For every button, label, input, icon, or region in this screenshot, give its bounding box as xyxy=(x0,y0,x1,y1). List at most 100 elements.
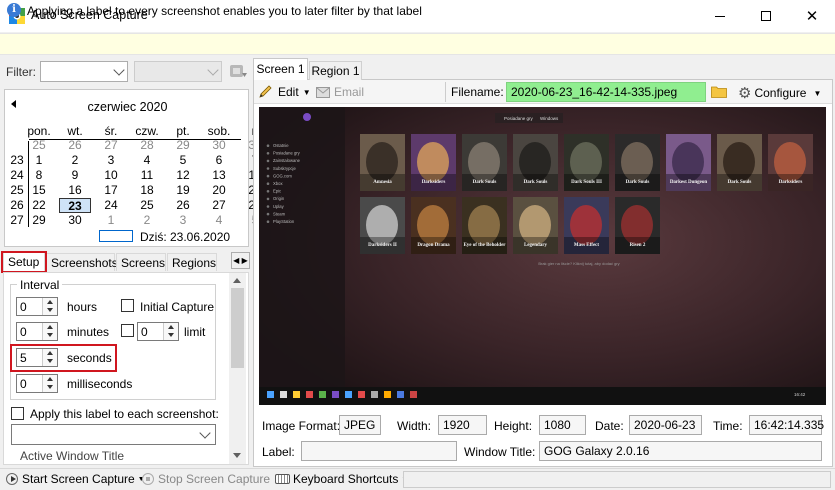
calendar-day[interactable]: 22 xyxy=(23,198,55,213)
stepper-up-icon[interactable] xyxy=(47,325,53,329)
email-button[interactable]: Email xyxy=(316,85,364,99)
calendar-day[interactable]: 4 xyxy=(203,213,235,228)
label-field[interactable] xyxy=(301,441,457,461)
calendar-day[interactable]: 30 xyxy=(203,138,235,153)
preview-game-cover: Darksiders xyxy=(768,134,813,191)
tab-screen-1[interactable]: Screen 1 xyxy=(253,58,308,80)
edit-button[interactable]: Edit ▼ xyxy=(258,85,311,99)
filter-type-combo[interactable] xyxy=(40,61,128,82)
tab-screenshots[interactable]: Screenshots xyxy=(46,253,118,271)
calendar-day[interactable]: 4 xyxy=(131,153,163,168)
chevron-right-icon[interactable]: ▶ xyxy=(242,256,248,265)
stepper-up-icon[interactable] xyxy=(168,325,174,329)
filter-value-combo[interactable] xyxy=(134,61,222,82)
tab-scroll-buttons[interactable]: ◀ ▶ xyxy=(231,252,250,269)
height-field[interactable]: 1080 xyxy=(539,415,586,435)
calendar-day[interactable]: 20 xyxy=(203,183,235,198)
calendar-day[interactable]: 5 xyxy=(167,153,199,168)
play-icon xyxy=(6,473,18,485)
keyboard-shortcuts-button[interactable]: Keyboard Shortcuts ▼ xyxy=(275,472,408,486)
tab-screens[interactable]: Screens xyxy=(116,253,166,271)
preview-nav-item: GOG.com xyxy=(273,173,292,178)
preview-game-title: Dark Souls xyxy=(473,180,497,185)
calendar-day[interactable]: 19 xyxy=(167,183,199,198)
calendar-day[interactable]: 6 xyxy=(203,153,235,168)
calendar-day[interactable]: 29 xyxy=(23,213,55,228)
limit-stepper[interactable]: 0 xyxy=(137,322,179,341)
tab-regions[interactable]: Regions xyxy=(167,253,217,271)
stepper-up-icon[interactable] xyxy=(47,377,53,381)
calendar-day[interactable]: 23 xyxy=(59,198,91,213)
calendar-day[interactable]: 18 xyxy=(131,183,163,198)
screenshot-preview[interactable]: Ostatnie Posiadane gry Zainstalowane Subskr… xyxy=(259,107,826,405)
calendar-day[interactable]: 2 xyxy=(59,153,91,168)
preview-clock: 16:42 xyxy=(794,392,806,397)
calendar-day[interactable]: 30 xyxy=(59,213,91,228)
initial-capture-checkbox[interactable] xyxy=(121,299,134,312)
configure-button[interactable]: ⚙ Configure ▼ xyxy=(738,84,821,102)
calendar-day[interactable]: 15 xyxy=(23,183,55,198)
date-field[interactable]: 2020-06-23 xyxy=(629,415,702,435)
stop-capture-button[interactable]: Stop Screen Capture xyxy=(142,472,270,486)
preview-game-title: Legendary xyxy=(524,243,548,248)
limit-checkbox[interactable] xyxy=(121,324,134,337)
calendar-day[interactable]: 25 xyxy=(131,198,163,213)
calendar-day[interactable]: 25 xyxy=(23,138,55,153)
stepper-down-icon[interactable] xyxy=(47,308,53,312)
hours-stepper[interactable]: 0 xyxy=(16,297,58,316)
info-icon: i xyxy=(7,3,21,17)
today-marker xyxy=(99,230,133,242)
width-field[interactable]: 1920 xyxy=(438,415,487,435)
preview-game-title: Darksiders II xyxy=(368,243,397,248)
calendar-day[interactable]: 17 xyxy=(95,183,127,198)
status-progress xyxy=(403,471,831,488)
time-field[interactable]: 16:42:14.335 xyxy=(749,415,824,435)
calendar-day[interactable]: 29 xyxy=(167,138,199,153)
calendar-day[interactable]: 3 xyxy=(95,153,127,168)
folder-icon[interactable] xyxy=(711,85,727,98)
tab-region-1[interactable]: Region 1 xyxy=(309,61,362,80)
pencil-icon xyxy=(259,85,272,98)
minutes-stepper[interactable]: 0 xyxy=(16,322,58,341)
scroll-up-icon[interactable] xyxy=(233,278,241,283)
stepper-up-icon[interactable] xyxy=(47,300,53,304)
calendar-day[interactable]: 8 xyxy=(23,168,55,183)
preview-nav-icon xyxy=(266,220,270,223)
calendar-day[interactable]: 9 xyxy=(59,168,91,183)
label-combo[interactable] xyxy=(11,424,216,445)
filter-apply-icon[interactable] xyxy=(228,61,248,81)
stepper-down-icon[interactable] xyxy=(47,333,53,337)
calendar-today-link[interactable]: Dziś: 23.06.2020 xyxy=(140,230,230,244)
scrollbar-thumb[interactable] xyxy=(231,288,244,368)
calendar-day[interactable]: 26 xyxy=(59,138,91,153)
calendar-day[interactable]: 16 xyxy=(59,183,91,198)
image-format-field[interactable]: JPEG xyxy=(339,415,381,435)
calendar-day[interactable]: 27 xyxy=(203,198,235,213)
calendar-day[interactable]: 12 xyxy=(167,168,199,183)
scroll-down-icon[interactable] xyxy=(233,453,241,458)
calendar-day[interactable]: 10 xyxy=(95,168,127,183)
minimize-button[interactable] xyxy=(697,0,743,32)
calendar-day[interactable]: 24 xyxy=(95,198,127,213)
calendar-day[interactable]: 27 xyxy=(95,138,127,153)
filename-field[interactable]: 2020-06-23_16-42-14-335.jpeg xyxy=(506,82,706,102)
month-calendar[interactable]: czerwiec 2020 Dziś: 23.06.2020 pon. wt. śr… xyxy=(4,89,262,247)
calendar-day[interactable]: 1 xyxy=(95,213,127,228)
calendar-day[interactable]: 2 xyxy=(131,213,163,228)
stepper-down-icon[interactable] xyxy=(47,385,53,389)
calendar-day[interactable]: 26 xyxy=(167,198,199,213)
calendar-day[interactable]: 3 xyxy=(167,213,199,228)
chevron-left-icon[interactable]: ◀ xyxy=(233,256,239,265)
calendar-day[interactable]: 28 xyxy=(131,138,163,153)
calendar-day[interactable]: 11 xyxy=(131,168,163,183)
window-title-field[interactable]: GOG Galaxy 2.0.16 xyxy=(539,441,822,461)
calendar-day[interactable]: 13 xyxy=(203,168,235,183)
stepper-down-icon[interactable] xyxy=(168,333,174,337)
maximize-button[interactable] xyxy=(743,0,789,32)
milliseconds-stepper[interactable]: 0 xyxy=(16,374,58,393)
calendar-day[interactable]: 1 xyxy=(23,153,55,168)
apply-label-checkbox[interactable] xyxy=(11,407,24,420)
start-capture-button[interactable]: Start Screen Capture ▼ xyxy=(6,472,145,486)
image-format-label: Image Format: xyxy=(262,419,341,433)
close-button[interactable]: ✕ xyxy=(789,0,835,32)
